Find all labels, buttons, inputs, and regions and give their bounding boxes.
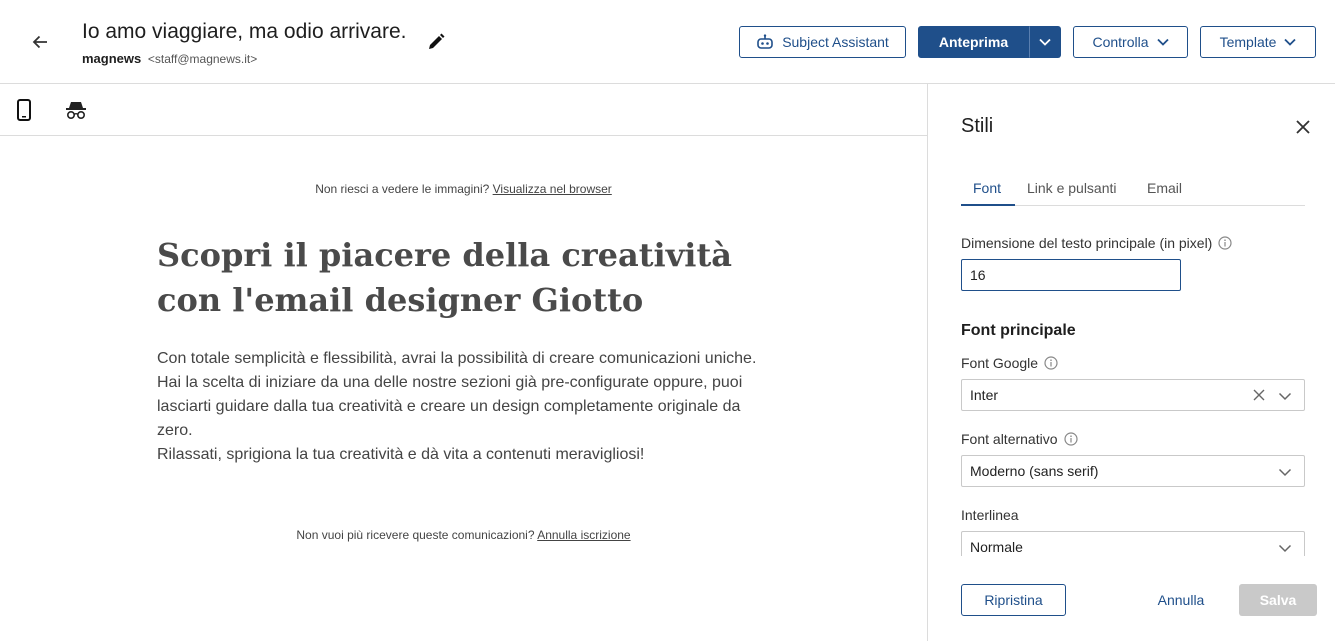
incognito-icon xyxy=(66,102,86,120)
back-button[interactable] xyxy=(26,28,54,56)
body-paragraph: Rilassati, sprigiona la tua creatività e… xyxy=(157,446,645,463)
sender-name: magnews xyxy=(82,51,142,66)
panel-footer: Ripristina Annulla Salva xyxy=(928,556,1335,641)
preview-button[interactable]: Anteprima xyxy=(918,26,1029,58)
text-size-label: Dimensione del testo principale (in pixe… xyxy=(961,235,1232,251)
sender-info: magnews <staff@magnews.it> xyxy=(82,51,257,66)
canvas-toolbar xyxy=(0,84,927,136)
check-button[interactable]: Controlla xyxy=(1073,26,1188,58)
info-icon[interactable] xyxy=(1044,356,1058,370)
panel-title: Stili xyxy=(961,115,994,137)
incognito-view-button[interactable] xyxy=(63,97,89,123)
chevron-down-icon xyxy=(1156,38,1169,46)
cancel-button[interactable]: Annulla xyxy=(1142,584,1220,616)
main-font-heading: Font principale xyxy=(961,322,1076,339)
text-size-label-text: Dimensione del testo principale (in pixe… xyxy=(961,235,1213,251)
text-size-input[interactable]: 16 xyxy=(961,259,1181,291)
arrow-left-icon xyxy=(32,35,47,49)
edit-subject-button[interactable] xyxy=(423,29,449,55)
info-icon[interactable] xyxy=(1063,432,1078,446)
tab-links-buttons[interactable]: Link e pulsanti xyxy=(1027,180,1117,196)
email-headline: Scopri il piacere della creatività con l… xyxy=(157,236,732,319)
fallback-font-value: Moderno (sans serif) xyxy=(970,463,1099,479)
chevron-down-icon xyxy=(1278,544,1292,553)
styles-tabs: Font Link e pulsanti Email xyxy=(961,172,1305,206)
unsubscribe-line: Non vuoi più ricevere queste comunicazio… xyxy=(0,528,927,542)
clear-icon[interactable] xyxy=(1252,388,1266,402)
fallback-font-label: Font alternativo xyxy=(961,431,1078,447)
tab-email[interactable]: Email xyxy=(1147,180,1182,196)
unsubscribe-prefix: Non vuoi più ricevere queste comunicazio… xyxy=(296,528,535,542)
view-online-line: Non riesci a vedere le immagini? Visuali… xyxy=(0,182,927,196)
view-online-prefix: Non riesci a vedere le immagini? xyxy=(315,182,490,196)
email-subject: Io amo viaggiare, ma odio arrivare. xyxy=(82,20,407,43)
chevron-down-icon xyxy=(1278,392,1292,401)
info-icon[interactable] xyxy=(1218,236,1232,250)
chevron-down-icon xyxy=(1278,468,1292,477)
google-font-value: Inter xyxy=(970,387,999,403)
body-paragraph: Con totale semplicità e flessibilità, av… xyxy=(157,350,757,367)
sender-email: <staff@magnews.it> xyxy=(147,52,258,66)
close-panel-button[interactable] xyxy=(1290,114,1316,140)
mobile-icon xyxy=(17,99,31,121)
body-paragraph: Hai la scelta di iniziare da una delle n… xyxy=(157,374,743,439)
email-canvas: Non riesci a vedere le immagini? Visuali… xyxy=(0,137,927,641)
reset-button[interactable]: Ripristina xyxy=(961,584,1066,616)
fallback-font-label-text: Font alternativo xyxy=(961,431,1058,447)
preview-dropdown-button[interactable] xyxy=(1029,26,1061,58)
line-height-value: Normale xyxy=(970,539,1023,555)
save-button[interactable]: Salva xyxy=(1239,584,1317,616)
line-height-label: Interlinea xyxy=(961,507,1019,523)
active-tab-indicator xyxy=(961,204,1015,206)
view-in-browser-link[interactable]: Visualizza nel browser xyxy=(493,182,612,196)
google-font-label: Font Google xyxy=(961,355,1058,371)
template-label: Template xyxy=(1219,34,1277,50)
chevron-down-icon xyxy=(1284,38,1297,46)
tab-font[interactable]: Font xyxy=(973,180,1001,196)
mobile-view-button[interactable] xyxy=(11,97,37,123)
email-body: Con totale semplicità e flessibilità, av… xyxy=(157,347,767,467)
line-height-label-text: Interlinea xyxy=(961,507,1019,523)
unsubscribe-link[interactable]: Annulla iscrizione xyxy=(537,528,630,542)
app-header: Io amo viaggiare, ma odio arrivare. magn… xyxy=(0,0,1335,84)
fallback-font-select[interactable]: Moderno (sans serif) xyxy=(961,455,1305,487)
subject-assistant-button[interactable]: Subject Assistant xyxy=(739,26,906,58)
google-font-select[interactable]: Inter xyxy=(961,379,1305,411)
close-icon xyxy=(1296,120,1310,134)
robot-icon xyxy=(757,34,773,49)
pencil-icon xyxy=(429,33,445,49)
template-button[interactable]: Template xyxy=(1200,26,1316,58)
check-label: Controlla xyxy=(1092,34,1149,50)
subject-assistant-label: Subject Assistant xyxy=(782,34,889,50)
styles-panel: Stili Font Link e pulsanti Email Dimensi… xyxy=(927,84,1335,641)
chevron-down-icon xyxy=(1039,38,1051,46)
google-font-label-text: Font Google xyxy=(961,355,1039,371)
